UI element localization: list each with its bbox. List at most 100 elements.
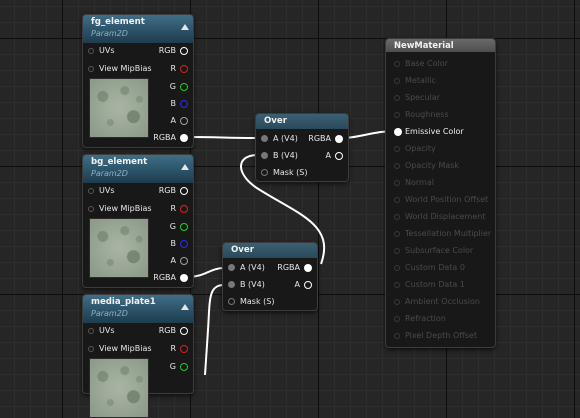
pin-icon[interactable] [88, 345, 94, 352]
pin-icon[interactable] [304, 280, 312, 289]
output-r[interactable]: R [170, 201, 188, 217]
input-uvs[interactable]: UVs [88, 43, 115, 59]
input-mask[interactable]: Mask (S) [228, 294, 274, 310]
input-subsurface-color[interactable]: Subsurface Color [394, 242, 473, 259]
output-b[interactable]: B [171, 96, 188, 112]
output-r[interactable]: R [170, 341, 188, 357]
pin-icon[interactable] [180, 362, 188, 371]
pin-icon[interactable] [394, 196, 400, 203]
input-normal[interactable]: Normal [394, 174, 434, 191]
pin-icon[interactable] [394, 77, 400, 84]
input-custom-data-0[interactable]: Custom Data 0 [394, 259, 465, 276]
input-view-mipbias[interactable]: View MipBias [88, 341, 152, 357]
pin-icon[interactable] [180, 273, 188, 282]
input-a[interactable]: A (V4) [261, 131, 298, 147]
input-base-color[interactable]: Base Color [394, 55, 448, 72]
pin-icon[interactable] [394, 111, 400, 118]
output-a[interactable]: A [295, 277, 312, 293]
pin-icon[interactable] [394, 145, 400, 152]
pin-icon[interactable] [88, 205, 94, 212]
input-b[interactable]: B (V4) [261, 148, 298, 164]
output-rgb[interactable]: RGB [159, 183, 188, 199]
collapse-arrow-icon[interactable] [181, 24, 189, 30]
input-metallic[interactable]: Metallic [394, 72, 436, 89]
output-rgb[interactable]: RGB [159, 43, 188, 59]
output-rgba[interactable]: RGBA [308, 131, 343, 147]
texture-node-fg-element[interactable]: fg_element Param2D UVs View MipBias RGB … [82, 14, 194, 148]
input-custom-data-1[interactable]: Custom Data 1 [394, 276, 465, 293]
node-graph-canvas[interactable]: fg_element Param2D UVs View MipBias RGB … [0, 0, 580, 418]
input-ambient-occlusion[interactable]: Ambient Occlusion [394, 293, 480, 310]
input-b[interactable]: B (V4) [228, 277, 265, 293]
input-roughness[interactable]: Roughness [394, 106, 449, 123]
pin-icon[interactable] [180, 116, 188, 125]
output-g[interactable]: G [170, 79, 188, 95]
pin-icon[interactable] [394, 162, 400, 169]
input-mask[interactable]: Mask (S) [261, 165, 307, 181]
pin-icon[interactable] [180, 326, 188, 335]
pin-icon[interactable] [394, 179, 400, 186]
pin-icon[interactable] [180, 46, 188, 55]
over-node-2[interactable]: Over A (V4) B (V4) Mask (S) RGBA A [222, 242, 318, 311]
output-r[interactable]: R [170, 61, 188, 77]
pin-icon[interactable] [335, 151, 343, 160]
pin-icon[interactable] [394, 298, 400, 305]
output-a[interactable]: A [171, 113, 188, 129]
input-specular[interactable]: Specular [394, 89, 440, 106]
input-pixel-depth-offset[interactable]: Pixel Depth Offset [394, 327, 477, 344]
pin-icon[interactable] [228, 264, 235, 271]
texture-node-bg-element[interactable]: bg_element Param2D UVs View MipBias RGB … [82, 154, 194, 288]
pin-icon[interactable] [394, 213, 400, 220]
input-world-position-offset[interactable]: World Position Offset [394, 191, 488, 208]
pin-icon[interactable] [180, 344, 188, 353]
node-header[interactable]: Over [256, 114, 348, 129]
pin-icon[interactable] [180, 222, 188, 231]
pin-icon[interactable] [261, 169, 268, 176]
pin-icon[interactable] [180, 239, 188, 248]
pin-icon[interactable] [88, 65, 94, 72]
pin-icon[interactable] [394, 60, 400, 67]
input-tessellation-multiplier[interactable]: Tessellation Multiplier [394, 225, 491, 242]
pin-icon[interactable] [261, 152, 268, 159]
pin-icon[interactable] [180, 133, 188, 142]
output-a[interactable]: A [326, 148, 343, 164]
node-header[interactable]: Over [223, 243, 317, 258]
material-result-node[interactable]: NewMaterial Base Color Metallic Specular… [385, 38, 496, 348]
collapse-arrow-icon[interactable] [181, 304, 189, 310]
pin-icon[interactable] [394, 127, 402, 136]
input-opacity[interactable]: Opacity [394, 140, 436, 157]
collapse-arrow-icon[interactable] [181, 164, 189, 170]
pin-icon[interactable] [394, 94, 400, 101]
pin-icon[interactable] [394, 264, 400, 271]
pin-icon[interactable] [394, 230, 400, 237]
input-opacity-mask[interactable]: Opacity Mask [394, 157, 459, 174]
output-g[interactable]: G [170, 219, 188, 235]
pin-icon[interactable] [88, 187, 94, 194]
pin-icon[interactable] [180, 256, 188, 265]
pin-icon[interactable] [261, 135, 268, 142]
node-header[interactable]: NewMaterial [386, 39, 495, 52]
pin-icon[interactable] [394, 281, 400, 288]
input-refraction[interactable]: Refraction [394, 310, 446, 327]
node-header[interactable]: fg_element Param2D [83, 15, 193, 43]
input-view-mipbias[interactable]: View MipBias [88, 201, 152, 217]
input-uvs[interactable]: UVs [88, 183, 115, 199]
pin-icon[interactable] [88, 327, 94, 334]
output-rgb[interactable]: RGB [159, 323, 188, 339]
pin-icon[interactable] [180, 64, 188, 73]
input-world-displacement[interactable]: World Displacement [394, 208, 485, 225]
pin-icon[interactable] [228, 281, 235, 288]
output-rgba[interactable]: RGBA [153, 270, 188, 286]
pin-icon[interactable] [228, 298, 235, 305]
output-a[interactable]: A [171, 253, 188, 269]
pin-icon[interactable] [180, 99, 188, 108]
output-g[interactable]: G [170, 359, 188, 375]
over-node-1[interactable]: Over A (V4) B (V4) Mask (S) RGBA A [255, 113, 349, 182]
pin-icon[interactable] [394, 247, 400, 254]
pin-icon[interactable] [88, 47, 94, 54]
pin-icon[interactable] [180, 186, 188, 195]
output-b[interactable]: B [171, 236, 188, 252]
pin-icon[interactable] [180, 204, 188, 213]
node-header[interactable]: media_plate1 Param2D [83, 295, 193, 323]
pin-icon[interactable] [180, 82, 188, 91]
